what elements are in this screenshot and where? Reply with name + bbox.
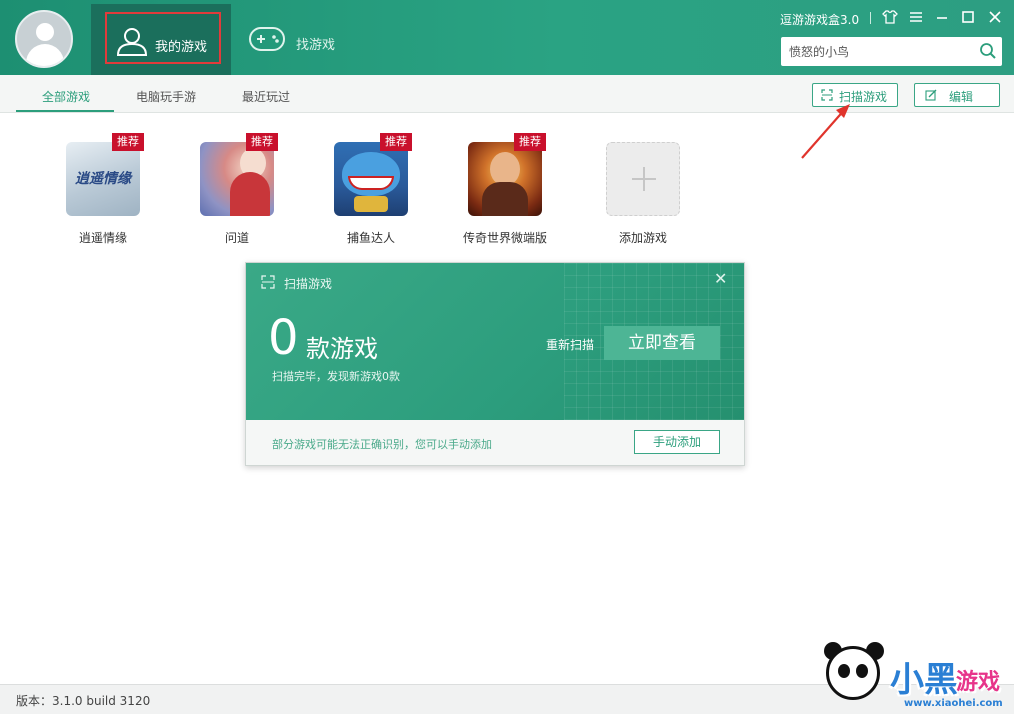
tab-recently-played[interactable]: 最近玩过 <box>242 88 290 105</box>
scan-summary: 扫描完毕，发现新游戏0款 <box>272 370 400 383</box>
game-item-chuanqi[interactable]: 推荐 传奇世界微端版 <box>450 133 560 252</box>
dialog-header-panel: 扫描游戏 ✕ 0 款游戏 扫描完毕，发现新游戏0款 重新扫描 立即查看 <box>246 263 744 420</box>
nav-find-games[interactable]: 找游戏 <box>248 22 348 62</box>
game-icon-chuanqi <box>468 142 542 216</box>
game-name: 捕鱼达人 <box>346 231 395 245</box>
search-icon[interactable] <box>979 42 997 60</box>
rescan-link[interactable]: 重新扫描 <box>546 336 594 353</box>
search-input[interactable] <box>789 43 969 60</box>
maximize-icon[interactable] <box>959 8 977 26</box>
edit-icon <box>925 89 937 101</box>
add-game-tile <box>606 142 680 216</box>
skin-icon[interactable] <box>881 8 899 26</box>
recommend-badge: 推荐 <box>380 133 412 151</box>
game-name: 问道 <box>224 231 249 245</box>
found-count-unit: 款游戏 <box>306 335 378 363</box>
scan-icon <box>821 89 833 101</box>
close-icon[interactable] <box>986 8 1004 26</box>
menu-icon[interactable] <box>907 8 925 26</box>
app-title: 逗游游戏盒3.0 <box>780 13 860 27</box>
view-now-button[interactable]: 立即查看 <box>604 326 720 360</box>
game-icon-wendao <box>200 142 274 216</box>
game-name: 逍遥情缘 <box>78 231 127 245</box>
tab-all-games[interactable]: 全部游戏 <box>42 88 90 105</box>
panda-icon <box>826 646 880 700</box>
watermark-text-secondary: 游戏 <box>956 670 1001 695</box>
scan-icon <box>261 275 275 289</box>
found-count: 0 <box>268 310 299 366</box>
recommend-badge: 推荐 <box>246 133 278 151</box>
search-box <box>781 37 1002 66</box>
edit-label: 编辑 <box>949 90 974 104</box>
watermark-logo: 小黑 游戏 www.xiaohei.com <box>820 640 1010 712</box>
user-icon <box>116 28 148 56</box>
watermark-text-primary: 小黑 <box>890 660 958 700</box>
tab-pc-mobile-games[interactable]: 电脑玩手游 <box>136 88 196 105</box>
add-game-label: 添加游戏 <box>618 231 667 245</box>
recognition-note: 部分游戏可能无法正确识别，您可以手动添加 <box>272 438 492 451</box>
gamepad-icon <box>249 27 285 51</box>
title-bar: 我的游戏 找游戏 逗游游戏盒3.0 <box>0 0 1014 75</box>
game-item-wendao[interactable]: 推荐 问道 <box>182 133 292 252</box>
recommend-badge: 推荐 <box>514 133 546 151</box>
edit-button[interactable]: 编辑 <box>914 83 1000 107</box>
add-game-button[interactable]: 添加游戏 <box>588 142 698 252</box>
game-icon-fishing <box>334 142 408 216</box>
active-tab-indicator <box>16 110 114 112</box>
minimize-icon[interactable] <box>933 8 951 26</box>
game-name: 传奇世界微端版 <box>462 231 547 245</box>
dialog-close-icon[interactable]: ✕ <box>714 269 727 288</box>
nav-my-games[interactable]: 我的游戏 <box>91 4 231 75</box>
version-text: 版本：3.1.0 build 3120 <box>16 694 151 708</box>
nav-my-games-label: 我的游戏 <box>155 40 208 55</box>
dialog-footer: 部分游戏可能无法正确识别，您可以手动添加 手动添加 <box>246 420 744 465</box>
nav-find-games-label: 找游戏 <box>296 38 336 53</box>
recommend-badge: 推荐 <box>112 133 144 151</box>
tab-bar: 全部游戏 电脑玩手游 最近玩过 扫描游戏 编辑 <box>0 75 1014 113</box>
game-item-fishing[interactable]: 推荐 捕鱼达人 <box>316 133 426 252</box>
divider <box>870 12 871 24</box>
game-icon-xiaoyao: 逍遥情缘 <box>66 142 140 216</box>
scan-result-dialog: 扫描游戏 ✕ 0 款游戏 扫描完毕，发现新游戏0款 重新扫描 立即查看 部分游戏… <box>245 262 745 466</box>
watermark-url: www.xiaohei.com <box>904 698 1003 709</box>
dialog-title: 扫描游戏 <box>284 277 333 291</box>
game-item-xiaoyao[interactable]: 逍遥情缘 推荐 逍遥情缘 <box>48 133 158 252</box>
annotation-arrow-icon <box>801 104 850 159</box>
game-logo-text: 逍遥情缘 <box>75 171 131 187</box>
avatar[interactable] <box>15 10 73 68</box>
manual-add-button[interactable]: 手动添加 <box>634 430 720 454</box>
